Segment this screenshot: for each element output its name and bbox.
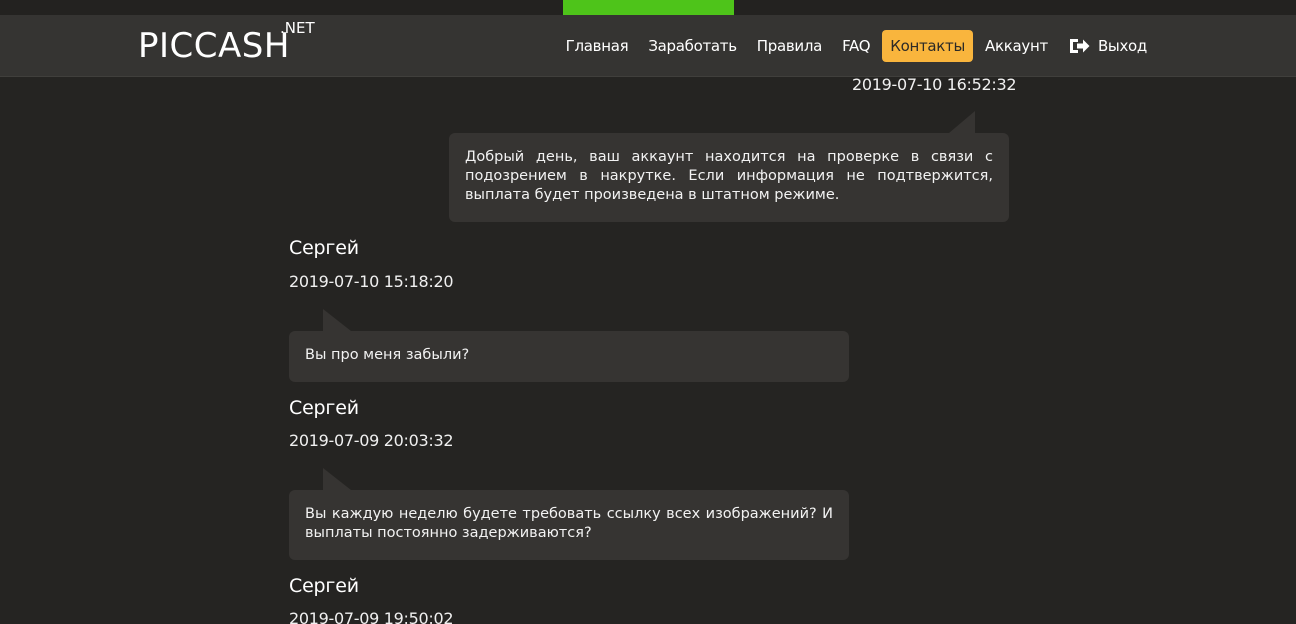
message-author: Сергей — [289, 575, 359, 597]
message-timestamp: 2019-07-09 20:03:32 — [289, 431, 454, 450]
logo-suffix: .NET — [280, 19, 315, 37]
message-bubble: Вы каждую неделю будете требовать ссылку… — [289, 468, 849, 560]
logo-text: PICCASH — [138, 26, 290, 66]
message-text: Вы каждую неделю будете требовать ссылку… — [305, 506, 833, 541]
nav-exit-label: Выход — [1097, 37, 1147, 55]
bubble-tail — [323, 309, 351, 331]
message-bubble: Добрый день, ваш аккаунт находится на пр… — [449, 111, 1009, 222]
message-author: Сергей — [289, 397, 359, 419]
nav-exit[interactable]: Выход — [1060, 30, 1155, 62]
message-text: Вы про меня забыли? — [305, 347, 470, 363]
nav-faq[interactable]: FAQ — [834, 30, 878, 62]
main-nav: Главная Заработать Правила FAQ Контакты … — [558, 30, 1155, 62]
sign-out-icon — [1069, 39, 1090, 53]
nav-home[interactable]: Главная — [558, 30, 637, 62]
message-timestamp: 2019-07-10 16:52:32 — [852, 76, 1017, 94]
message-timestamp: 2019-07-10 15:18:20 — [289, 272, 454, 291]
nav-account[interactable]: Аккаунт — [977, 30, 1056, 62]
nav-rules[interactable]: Правила — [749, 30, 830, 62]
message-author: Сергей — [289, 237, 359, 259]
green-top-tab[interactable] — [563, 0, 734, 15]
navbar: PICCASH .NET Главная Заработать Правила … — [0, 15, 1296, 77]
bubble-tail — [949, 111, 975, 133]
site-logo[interactable]: PICCASH .NET — [138, 19, 315, 66]
message-timestamp: 2019-07-09 19:50:02 — [289, 609, 454, 624]
nav-earn[interactable]: Заработать — [640, 30, 744, 62]
bubble-tail — [323, 468, 351, 490]
message-text: Добрый день, ваш аккаунт находится на пр… — [465, 149, 993, 203]
message-thread: 2019-07-10 16:52:32 Добрый день, ваш акк… — [0, 76, 1296, 624]
nav-contacts[interactable]: Контакты — [882, 30, 974, 62]
message-bubble: Вы про меня забыли? — [289, 309, 849, 382]
